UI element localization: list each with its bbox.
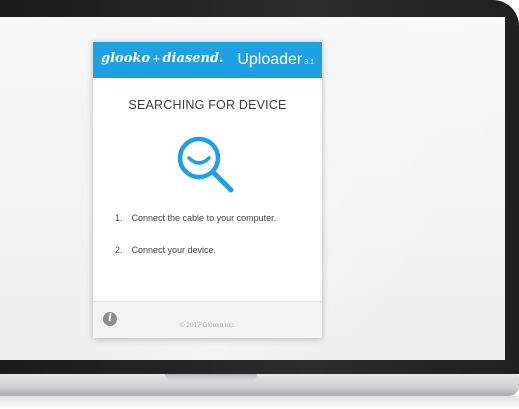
app-footer: i © 2017 Glooko Inc. [93, 301, 322, 338]
instruction-text: Connect your device. [131, 245, 217, 255]
app-title-text: Uploader [237, 51, 303, 68]
laptop-shadow [0, 396, 519, 409]
instruction-number: 1. [115, 213, 123, 223]
instruction-list: 1. Connect the cable to your computer. 2… [115, 213, 315, 277]
instruction-item: 1. Connect the cable to your computer. [115, 213, 315, 223]
brand-glooko: glooko [101, 51, 151, 66]
brand-diasend: diasend. [162, 51, 224, 66]
instruction-number: 2. [115, 245, 123, 255]
magnifier-search-icon [177, 136, 234, 193]
brand-logo: glooko + diasend. [101, 51, 224, 66]
app-version: 3.1 [304, 59, 314, 66]
instruction-text: Connect the cable to your computer. [131, 213, 277, 223]
app-title: Uploader 3.1 [237, 51, 314, 69]
brand-plus: + [152, 54, 161, 65]
uploader-window: glooko + diasend. Uploader 3.1 SEARCHING FO… [93, 42, 322, 338]
app-header: glooko + diasend. Uploader 3.1 [93, 42, 322, 78]
laptop-base [0, 374, 519, 396]
status-title: SEARCHING FOR DEVICE [128, 98, 287, 112]
instruction-item: 2. Connect your device. [115, 245, 315, 255]
copyright-text: © 2017 Glooko Inc. [179, 322, 236, 329]
laptop-notch [165, 374, 257, 381]
